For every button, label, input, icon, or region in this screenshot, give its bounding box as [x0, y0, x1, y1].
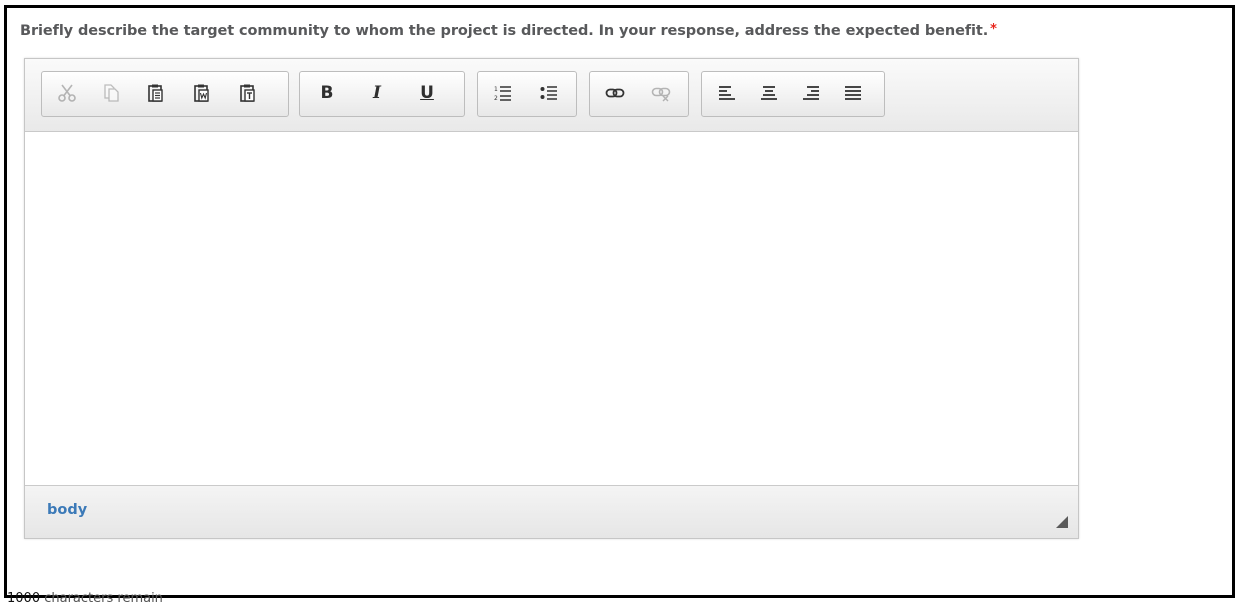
editor-content-area[interactable]: [25, 132, 1078, 484]
form-field-container: Briefly describe the target community to…: [4, 5, 1235, 606]
toolbar-group-basicstyles: B I U: [299, 71, 465, 117]
characters-remaining-count: 1000: [7, 591, 41, 606]
element-path-body[interactable]: body: [47, 502, 87, 518]
align-left-icon: [719, 86, 735, 100]
paste-icon: [148, 84, 163, 102]
cut-button[interactable]: [52, 78, 82, 108]
toolbar-group-lists: 1 2: [477, 71, 577, 117]
link-button[interactable]: [600, 78, 630, 108]
numbered-list-icon: 1 2: [494, 86, 511, 102]
bulleted-list-icon: [540, 86, 557, 100]
copy-icon: [104, 84, 119, 102]
copy-button[interactable]: [96, 78, 126, 108]
editor-toolbar: B I U 1 2: [25, 59, 1078, 132]
paste-button[interactable]: [141, 78, 171, 108]
unlink-icon: [651, 87, 671, 102]
resize-handle-icon[interactable]: [1056, 516, 1068, 528]
align-right-icon: [803, 86, 819, 100]
toolbar-group-links: [589, 71, 689, 117]
italic-icon: I: [373, 83, 381, 103]
bold-button[interactable]: B: [312, 78, 342, 108]
toolbar-group-clipboard: [41, 71, 289, 117]
paste-from-word-icon: [194, 84, 209, 102]
cut-icon: [58, 84, 76, 102]
question-text: Briefly describe the target community to…: [20, 23, 989, 39]
characters-remaining-label: characters remain: [40, 591, 163, 606]
required-marker: *: [990, 22, 997, 37]
underline-button[interactable]: U: [412, 78, 442, 108]
align-center-button[interactable]: [754, 78, 784, 108]
question-label: Briefly describe the target community to…: [20, 22, 997, 39]
character-counter: 1000 characters remain: [7, 591, 163, 606]
unlink-button[interactable]: [646, 78, 676, 108]
align-left-button[interactable]: [712, 78, 742, 108]
italic-button[interactable]: I: [362, 78, 392, 108]
paste-as-text-icon: [240, 84, 255, 102]
rich-text-editor: B I U 1 2 body: [24, 58, 1079, 539]
align-justify-icon: [845, 86, 861, 100]
align-justify-button[interactable]: [838, 78, 868, 108]
bulleted-list-button[interactable]: [534, 78, 564, 108]
align-center-icon: [761, 86, 777, 100]
svg-text:2: 2: [494, 95, 498, 102]
bold-icon: B: [320, 83, 334, 103]
link-icon: [605, 88, 625, 98]
svg-text:1: 1: [494, 86, 498, 93]
paste-from-word-button[interactable]: [187, 78, 217, 108]
paste-as-text-button[interactable]: [233, 78, 263, 108]
editor-statusbar: body: [25, 485, 1078, 538]
align-right-button[interactable]: [796, 78, 826, 108]
toolbar-group-align: [701, 71, 885, 117]
underline-icon: U: [420, 83, 434, 103]
numbered-list-button[interactable]: 1 2: [488, 78, 518, 108]
